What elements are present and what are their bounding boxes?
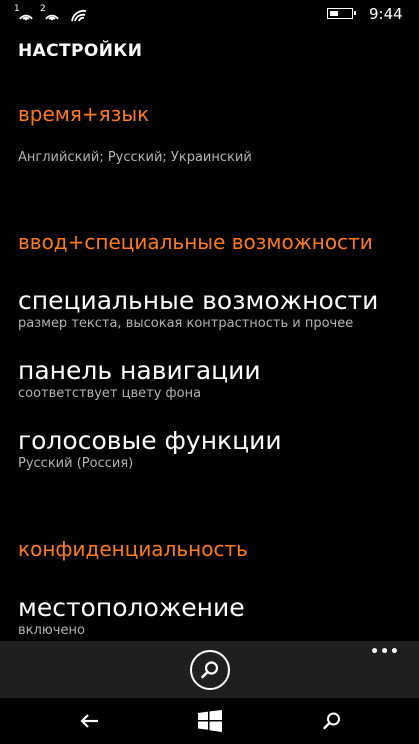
wifi-icon: [66, 4, 88, 24]
back-button[interactable]: [60, 698, 120, 744]
page-title: НАСТРОЙКИ: [18, 41, 143, 61]
app-bar: •••: [0, 641, 419, 698]
setting-item-subtitle: Русский (Россия): [18, 456, 134, 471]
setting-item-navigation-bar[interactable]: панель навигации соответствует цвету фон…: [18, 356, 408, 402]
setting-item-title: панель навигации: [18, 356, 261, 385]
languages-list[interactable]: Английский; Русский; Украинский: [18, 150, 252, 165]
setting-item-subtitle: размер текста, высокая контрастность и п…: [18, 316, 354, 331]
nav-search-icon: [323, 712, 340, 730]
setting-item-accessibility[interactable]: специальные возможности размер текста, в…: [18, 286, 408, 332]
back-icon: [80, 714, 98, 728]
windows-start-icon: [198, 710, 222, 732]
sim2-signal-icon: 2: [40, 4, 62, 24]
search-icon: [201, 661, 219, 679]
status-time: 9:44: [369, 5, 403, 23]
start-button[interactable]: [180, 698, 240, 744]
setting-item-title: местоположение: [18, 593, 245, 622]
setting-item-title: голосовые функции: [18, 426, 282, 455]
battery-icon: [327, 8, 356, 19]
search-button[interactable]: [190, 650, 230, 690]
navigation-bar: [0, 698, 419, 744]
setting-item-title: специальные возможности: [18, 286, 379, 315]
setting-item-subtitle: включено: [18, 623, 85, 638]
status-bar: 1 2 9:44: [0, 0, 419, 30]
nav-search-button[interactable]: [302, 698, 362, 744]
setting-item-location[interactable]: местоположение включено: [18, 593, 408, 639]
more-icon[interactable]: •••: [370, 645, 400, 659]
section-header-privacy[interactable]: конфиденциальность: [18, 537, 248, 561]
setting-item-speech[interactable]: голосовые функции Русский (Россия): [18, 426, 408, 472]
section-header-time-language[interactable]: время+язык: [18, 102, 149, 126]
section-header-input-accessibility[interactable]: ввод+специальные возможности: [18, 230, 373, 254]
setting-item-subtitle: соответствует цвету фона: [18, 386, 202, 401]
sim1-signal-icon: 1: [14, 4, 36, 24]
